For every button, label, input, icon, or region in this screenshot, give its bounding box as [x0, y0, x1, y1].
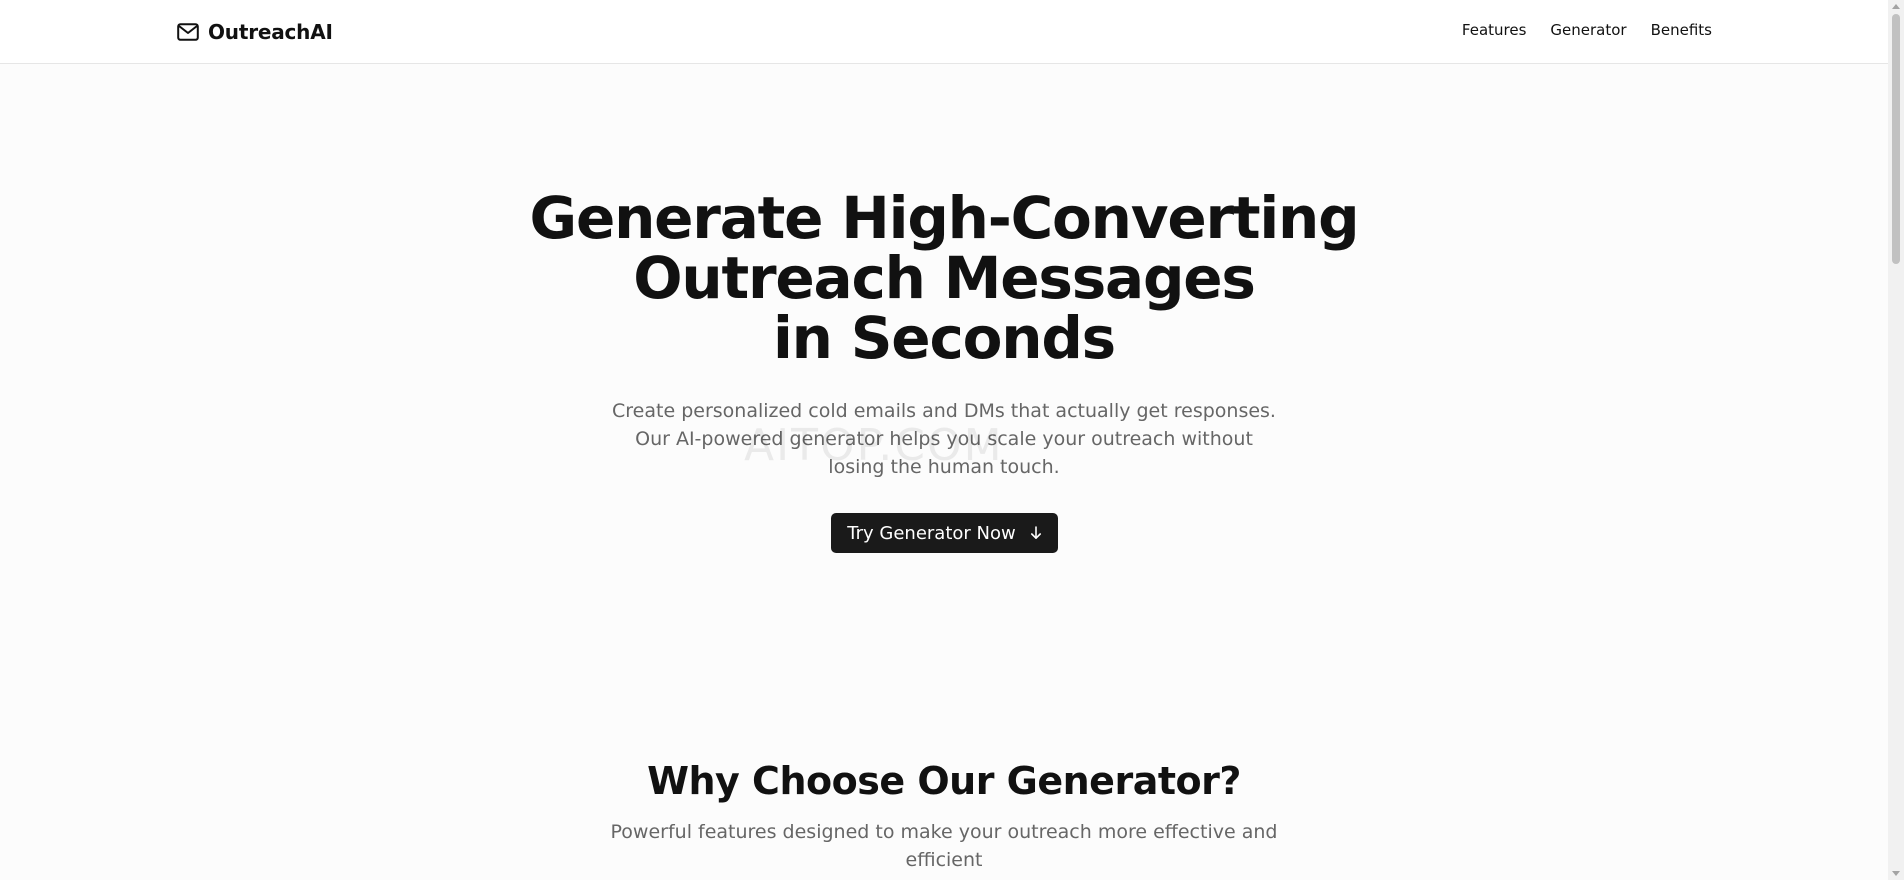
brand-name: OutreachAI — [208, 20, 333, 44]
scroll-down-icon[interactable] — [1892, 871, 1900, 876]
main-nav: Features Generator Benefits — [1462, 21, 1712, 39]
page: OutreachAI Features Generator Benefits G… — [0, 0, 1904, 880]
nav-generator-link[interactable]: Generator — [1550, 21, 1626, 39]
features-subtitle: Powerful features designed to make your … — [0, 818, 1888, 874]
nav-benefits-link[interactable]: Benefits — [1651, 21, 1712, 39]
features-subtitle-line-2: efficient — [905, 849, 983, 871]
arrow-down-icon — [1030, 526, 1042, 540]
brand-logo[interactable]: OutreachAI — [177, 18, 333, 46]
top-navbar: OutreachAI Features Generator Benefits — [0, 0, 1888, 64]
features-title: Why Choose Our Generator? — [647, 759, 1241, 803]
nav-features-link[interactable]: Features — [1462, 21, 1527, 39]
vertical-scrollbar[interactable] — [1888, 0, 1904, 880]
hero-subtitle-line-1: Create personalized cold emails and DMs … — [612, 400, 1276, 422]
hero-title: Generate High-Converting Outreach Messag… — [0, 188, 1888, 368]
hero-title-line-3: in Seconds — [772, 304, 1116, 372]
hero-subtitle: Create personalized cold emails and DMs … — [0, 397, 1888, 481]
hero-title-line-2: Outreach Messages — [633, 244, 1256, 312]
features-subtitle-line-1: Powerful features designed to make your … — [610, 821, 1278, 843]
try-generator-label: Try Generator Now — [847, 522, 1016, 544]
scroll-up-icon[interactable] — [1892, 4, 1900, 9]
hero-title-line-1: Generate High-Converting — [529, 184, 1360, 252]
hero-subtitle-line-2: Our AI-powered generator helps you scale… — [635, 428, 1253, 450]
hero-subtitle-line-3: losing the human touch. — [828, 456, 1060, 478]
try-generator-button[interactable]: Try Generator Now — [831, 513, 1058, 553]
scroll-thumb[interactable] — [1892, 14, 1900, 264]
mail-icon — [177, 23, 199, 41]
